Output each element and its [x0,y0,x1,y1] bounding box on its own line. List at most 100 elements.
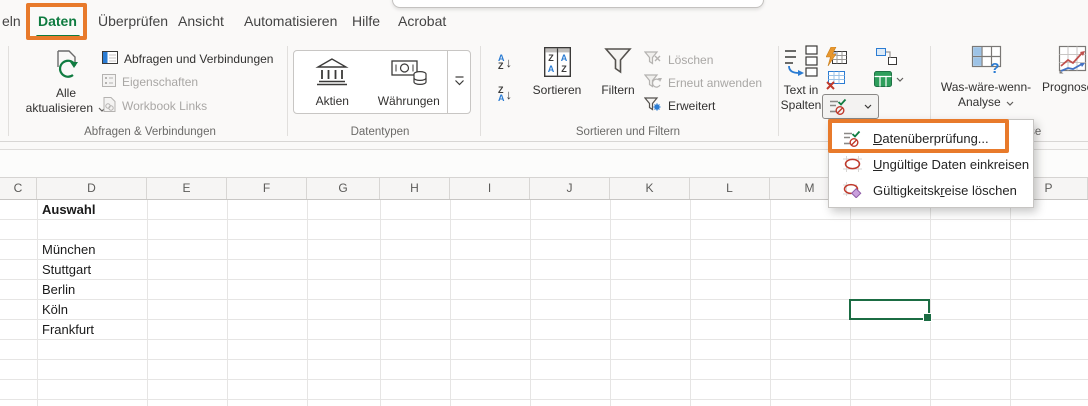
currency-icon [391,57,427,92]
cell-d-auswahl[interactable]: Auswahl [37,200,152,220]
tab-acrobat[interactable]: Acrobat [398,13,446,29]
clear-validation-circles-icon [841,182,863,198]
sort-button[interactable]: Z A A Z Sortieren [528,47,586,97]
tab-daten[interactable]: Daten [38,13,77,29]
gridline [690,200,691,406]
sort-letter: A [498,94,505,102]
excel-window: eln Daten Überprüfen Ansicht Automatisie… [0,0,1088,406]
bank-icon [315,57,349,92]
column-header-c[interactable]: C [0,178,37,199]
data-validation-icon [841,130,863,147]
queries-connections-icon [102,51,118,67]
what-if-icon: ? [971,45,1002,79]
tab-formeln-partial[interactable]: eln [2,13,21,29]
funnel-clear-icon [644,51,662,69]
funnel-reapply-icon [644,74,662,92]
tab-ueberpruefen[interactable]: Überprüfen [98,13,168,29]
gridline [930,200,931,406]
tab-automatisieren[interactable]: Automatisieren [244,13,337,29]
column-header-g[interactable]: G [307,178,380,199]
queries-connections-label: Abfragen und Verbindungen [124,52,273,66]
menu-item-label: Datenüberprüfung... [873,131,989,146]
fill-handle[interactable] [923,313,932,322]
clear-filter-button: Löschen [644,51,713,69]
search-box-partial[interactable] [392,0,764,8]
menu-item-clear-validation-circles[interactable]: Gültigkeitskreise löschen [829,177,1033,203]
gridline [307,200,308,406]
cell-d-frankfurt[interactable]: Frankfurt [37,320,152,340]
gridline [380,200,381,406]
column-header-d[interactable]: D [37,178,147,199]
circle-invalid-data-icon [841,156,863,172]
advanced-filter-label: Erweitert [668,99,715,113]
sort-descending-button[interactable]: ZA ↓ [498,86,512,102]
stocks-button[interactable]: Aktien [294,51,371,113]
sort-letter: Z [498,62,505,70]
data-model-icon [874,71,892,87]
filter-button[interactable]: Filtern [596,47,640,97]
gallery-more-button[interactable] [447,51,470,113]
funnel-icon [604,47,632,82]
data-validation-icon [829,98,848,115]
menu-item-data-validation[interactable]: Datenüberprüfung... [829,125,1033,151]
tab-hilfe[interactable]: Hilfe [352,13,380,29]
forecast-sheet-button[interactable]: Prognoseb [1036,45,1088,94]
consolidate-icon [876,48,897,65]
flash-fill-icon [826,47,847,66]
text-to-columns-label-1: Text in [784,84,819,97]
column-header-h[interactable]: H [380,178,450,199]
gallery-more-icon [454,73,465,91]
properties-label: Eigenschaften [122,75,198,89]
chevron-down-icon [1006,101,1014,106]
svg-text:A: A [560,53,567,63]
text-to-columns-label-2: Spalten [781,99,822,112]
gridline [530,200,531,406]
menu-item-circle-invalid-data[interactable]: Ungültige Daten einkreisen [829,151,1033,177]
workbook-links-label: Workbook Links [122,99,207,113]
cell-d-koeln[interactable]: Köln [37,300,152,320]
tab-ansicht[interactable]: Ansicht [178,13,224,29]
filter-label: Filtern [601,84,634,97]
consolidate-button[interactable] [876,48,897,70]
group-separator [287,46,288,136]
active-tab-underline [36,35,80,38]
properties-icon [102,74,116,90]
currencies-button[interactable]: Währungen [371,51,448,113]
gridline [770,200,771,406]
group-separator [8,46,9,136]
menu-item-label: Gültigkeitskreise löschen [873,183,1017,198]
data-model-button[interactable] [874,71,904,87]
cell-d-berlin[interactable]: Berlin [37,280,152,300]
refresh-all-button[interactable]: Alle aktualisieren [18,48,114,115]
remove-duplicates-button[interactable] [826,71,847,95]
cell-d-muenchen[interactable]: München [37,240,152,260]
refresh-icon [49,48,83,85]
data-validation-button[interactable] [822,94,879,119]
group-label-datatypes: Datentypen [290,126,470,138]
group-separator [480,46,481,136]
selected-cell[interactable] [849,299,930,320]
column-header-k[interactable]: K [610,178,690,199]
text-to-columns-button[interactable]: Text in Spalten [778,45,824,112]
column-header-f[interactable]: F [227,178,307,199]
flash-fill-button[interactable] [826,47,847,71]
gridline [227,200,228,406]
cell-d-stuttgart[interactable]: Stuttgart [37,260,152,280]
funnel-advanced-icon [644,97,662,115]
column-header-j[interactable]: J [530,178,610,199]
what-if-analysis-button[interactable]: ? Was-wäre-wenn- Analyse [938,45,1034,109]
svg-text:?: ? [990,60,999,74]
column-header-i[interactable]: I [450,178,530,199]
menu-item-label: Ungültige Daten einkreisen [873,157,1029,172]
column-header-e[interactable]: E [147,178,227,199]
text-to-columns-icon [784,45,818,82]
clear-filter-label: Löschen [668,53,713,67]
data-validation-dropdown-menu: Datenüberprüfung... Ungültige Daten eink… [828,119,1034,208]
advanced-filter-button[interactable]: Erweitert [644,97,715,115]
column-header-l[interactable]: L [690,178,770,199]
currencies-label: Währungen [378,95,440,108]
down-arrow-icon: ↓ [506,55,513,70]
queries-connections-button[interactable]: Abfragen und Verbindungen [102,51,273,67]
sort-ascending-button[interactable]: AZ ↓ [498,54,512,70]
reapply-filter-button: Erneut anwenden [644,74,762,92]
